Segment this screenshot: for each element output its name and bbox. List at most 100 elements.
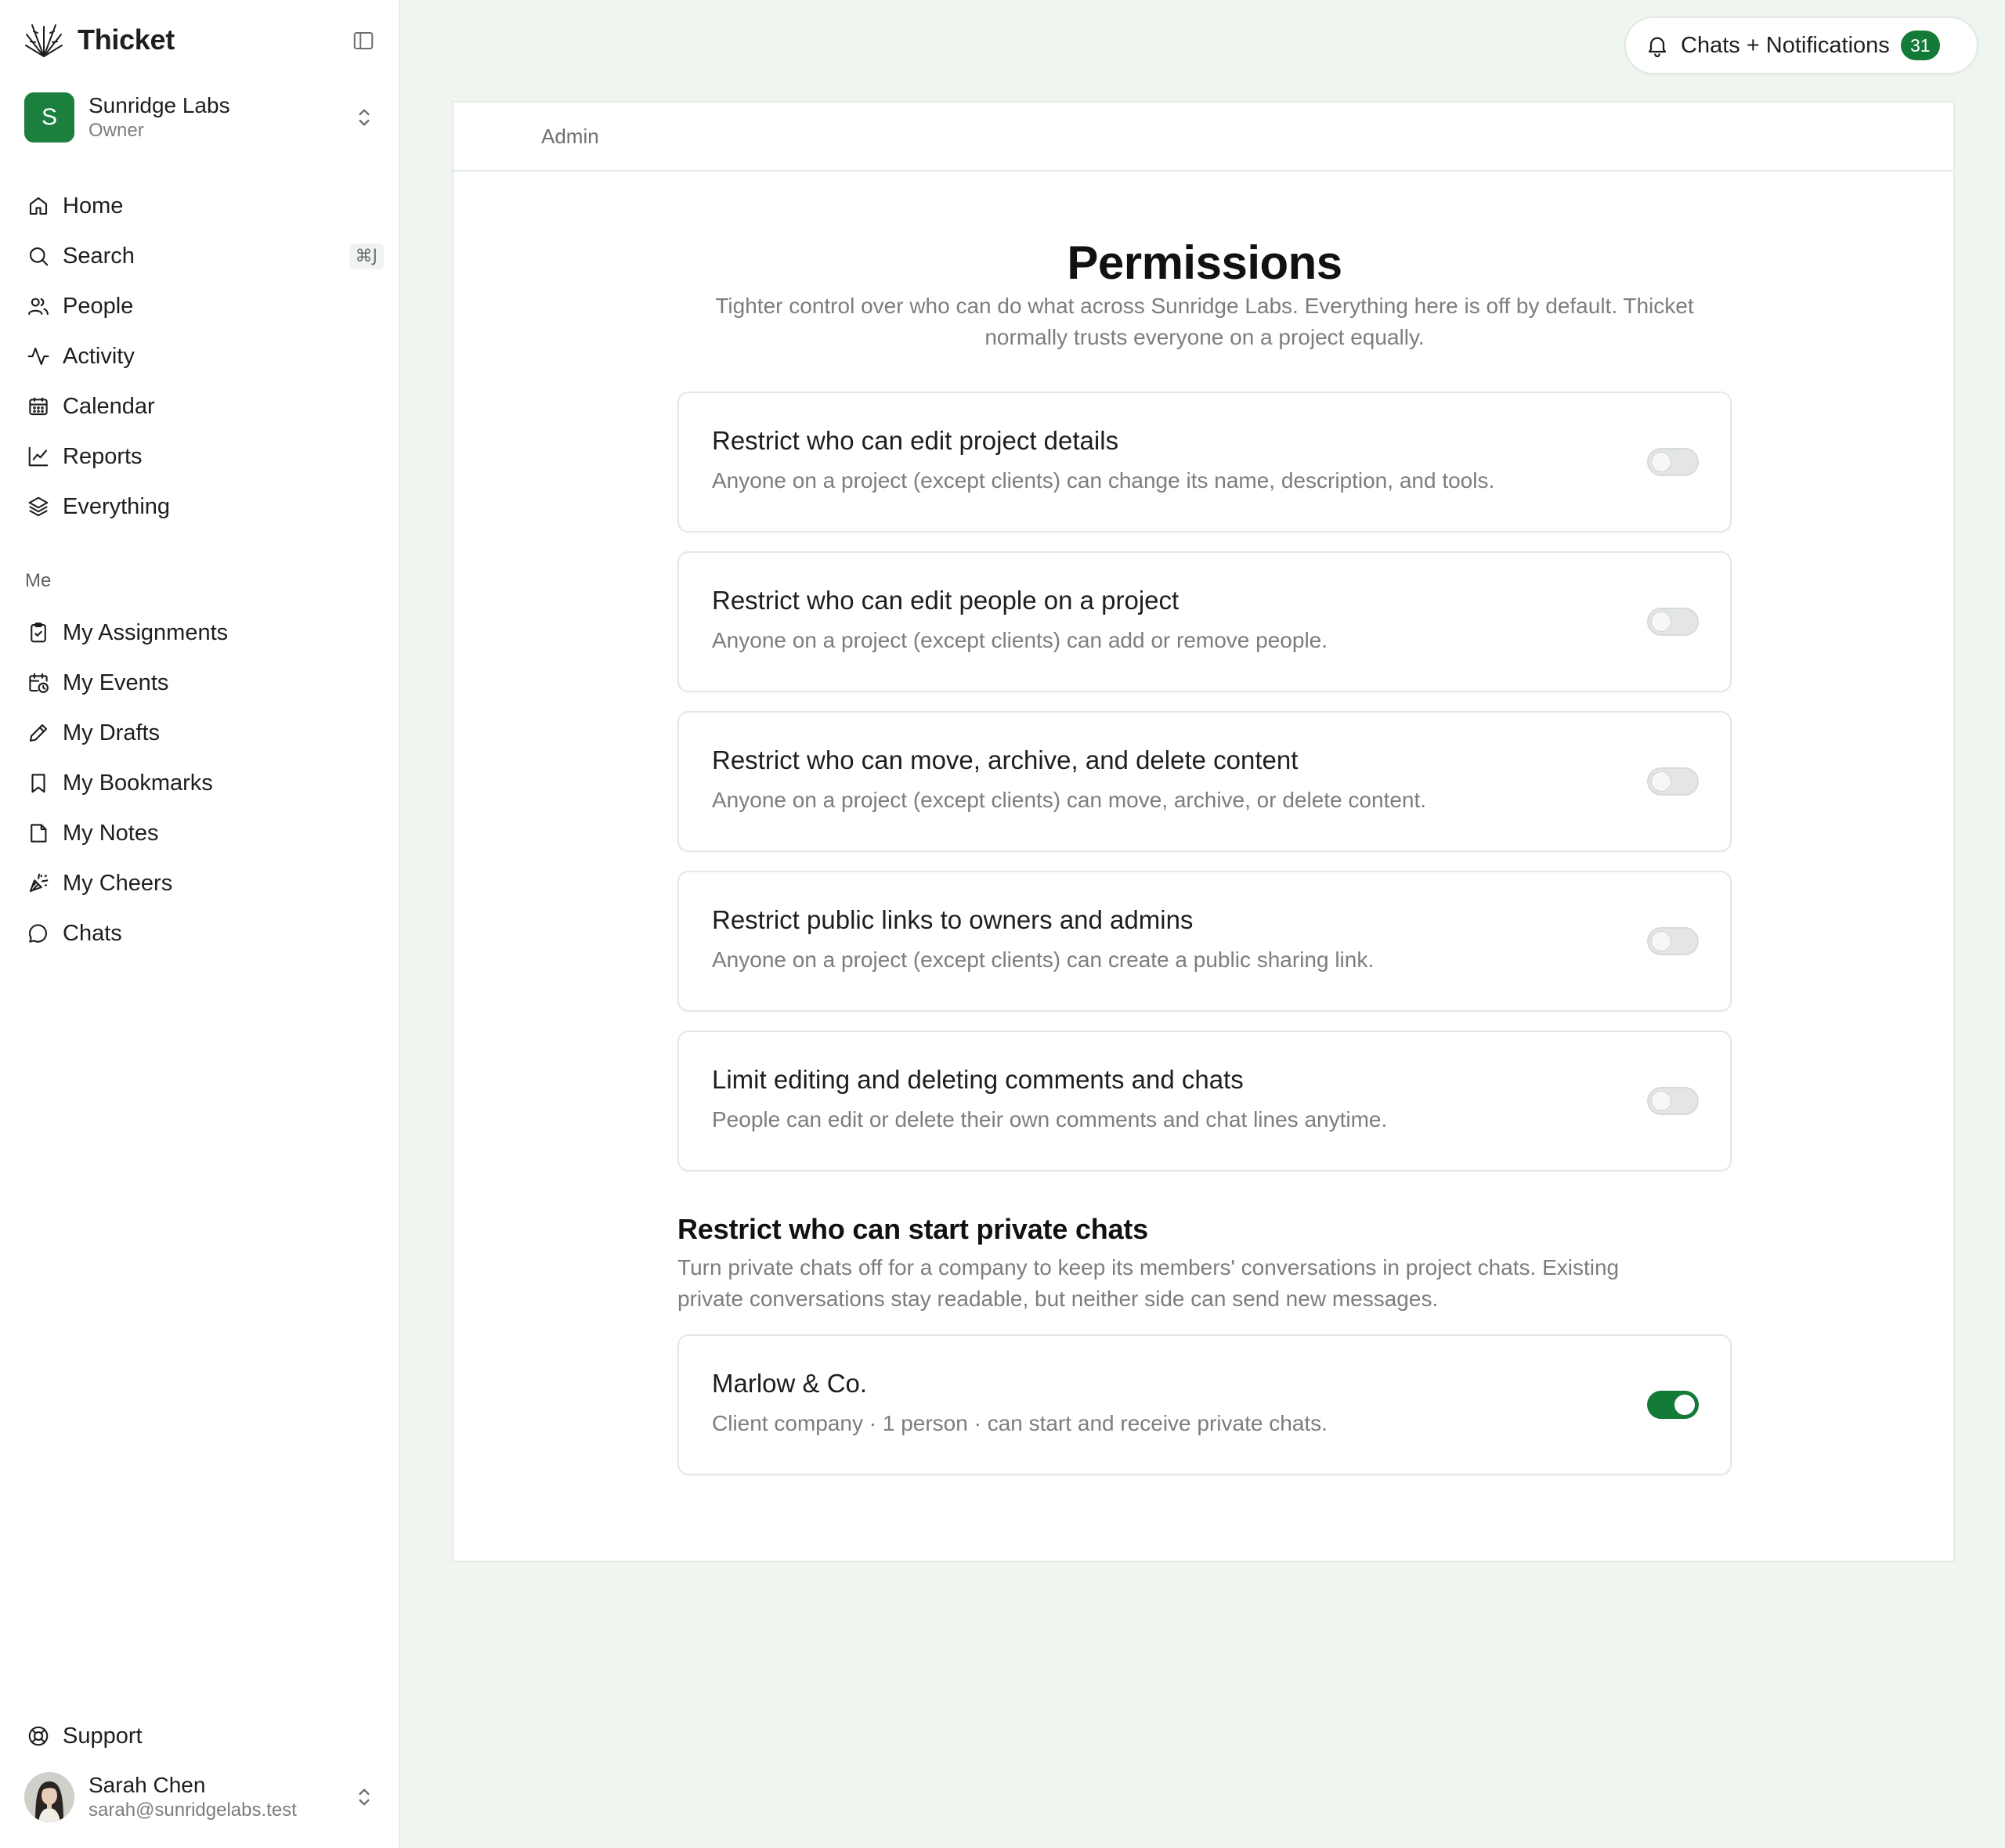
- toggle-knob: [1651, 612, 1671, 632]
- nav-item-my-cheers[interactable]: My Cheers: [16, 858, 384, 908]
- company-description: Client company · 1 person · can start an…: [712, 1411, 1328, 1435]
- permission-toggle[interactable]: [1647, 608, 1699, 636]
- permission-card-public-links: Restrict public links to owners and admi…: [677, 871, 1732, 1012]
- sidebar: Thicket S Sunridge Labs Owner Home Searc…: [0, 0, 400, 1848]
- workspace-name: Sunridge Labs: [89, 93, 230, 117]
- chat-bubble-icon: [25, 920, 52, 947]
- permission-card-move-archive-delete: Restrict who can move, archive, and dele…: [677, 711, 1732, 852]
- bell-icon: [1648, 37, 1667, 58]
- nav-item-label: Activity: [63, 343, 135, 369]
- nav-item-people[interactable]: People: [16, 281, 384, 331]
- chevron-up-down-icon: [359, 1788, 370, 1806]
- nav-item-label: Calendar: [63, 393, 155, 419]
- search-shortcut-badge: ⌘J: [349, 243, 384, 269]
- nav-item-search[interactable]: Search ⌘J: [16, 231, 384, 281]
- main-nav: Home Search ⌘J People Activity Calendar …: [16, 181, 384, 532]
- nav-item-label: Home: [63, 193, 124, 218]
- user-email: sarah@sunridgelabs.test: [89, 1799, 297, 1821]
- nav-item-activity[interactable]: Activity: [16, 331, 384, 381]
- permission-description: Anyone on a project (except clients) can…: [712, 468, 1495, 493]
- permission-card-edit-people: Restrict who can edit people on a projec…: [677, 551, 1732, 692]
- avatar: [24, 1772, 74, 1822]
- search-icon: [25, 243, 52, 269]
- company-card-marlow: Marlow & Co. Client company · 1 person ·…: [677, 1334, 1732, 1475]
- calendar-clock-icon: [25, 670, 52, 696]
- nav-item-my-notes[interactable]: My Notes: [16, 808, 384, 858]
- nav-item-label: My Notes: [63, 820, 159, 846]
- chats-notifications-label: Chats + Notifications: [1681, 32, 1890, 58]
- home-icon: [25, 193, 52, 219]
- main-panel: Admin Permissions Tighter control over w…: [452, 101, 1955, 1562]
- notification-count-badge: 31: [1900, 31, 1940, 60]
- page-subtitle-line: normally trusts everyone on a project eq…: [984, 325, 1425, 349]
- page-subtitle: Tighter control over who can do what acr…: [677, 291, 1732, 353]
- toggle-knob: [1651, 771, 1671, 792]
- nav-item-label: Reports: [63, 443, 143, 469]
- me-nav: My Assignments My Events My Drafts My Bo…: [16, 608, 384, 958]
- nav-item-label: My Cheers: [63, 870, 173, 896]
- toggle-knob: [1674, 1395, 1695, 1415]
- page-title: Permissions: [1067, 236, 1342, 289]
- nav-item-label: Search: [63, 243, 135, 269]
- page-subtitle-line: Tighter control over who can do what acr…: [715, 294, 1694, 318]
- nav-item-label: Support: [63, 1723, 143, 1749]
- chevron-up-down-icon: [359, 109, 370, 126]
- nav-item-home[interactable]: Home: [16, 181, 384, 231]
- workspace-switcher[interactable]: S Sunridge Labs Owner: [24, 92, 377, 143]
- nav-item-my-events[interactable]: My Events: [16, 658, 384, 708]
- permission-description: People can edit or delete their own comm…: [712, 1107, 1388, 1132]
- private-chats-heading: Restrict who can start private chats: [677, 1213, 1149, 1245]
- workspace-avatar: S: [24, 92, 74, 143]
- note-icon: [25, 820, 52, 846]
- private-chats-description-line: private conversations stay readable, but…: [677, 1287, 1439, 1311]
- company-name: Marlow & Co.: [712, 1369, 868, 1398]
- party-popper-icon: [25, 870, 52, 897]
- nav-item-label: My Bookmarks: [63, 770, 213, 796]
- lifebuoy-icon: [25, 1723, 52, 1749]
- me-section-label: Me: [25, 570, 52, 591]
- nav-item-everything[interactable]: Everything: [16, 482, 384, 532]
- layers-icon: [25, 493, 52, 520]
- toggle-knob: [1651, 931, 1671, 951]
- nav-item-label: My Events: [63, 670, 169, 695]
- permission-toggle[interactable]: [1647, 927, 1699, 955]
- nav-item-my-assignments[interactable]: My Assignments: [16, 608, 384, 658]
- permission-title: Restrict who can edit project details: [712, 426, 1119, 455]
- support-nav: Support: [16, 1711, 384, 1761]
- nav-item-label: Chats: [63, 920, 122, 946]
- permission-toggle[interactable]: [1647, 448, 1699, 476]
- breadcrumb-admin-link[interactable]: Admin: [541, 125, 599, 149]
- private-chats-toggle[interactable]: [1647, 1391, 1699, 1419]
- nav-item-calendar[interactable]: Calendar: [16, 381, 384, 431]
- brand[interactable]: Thicket: [24, 20, 175, 60]
- calendar-icon: [25, 393, 52, 420]
- nav-item-my-bookmarks[interactable]: My Bookmarks: [16, 758, 384, 808]
- nav-item-support[interactable]: Support: [16, 1711, 384, 1761]
- permission-description: Anyone on a project (except clients) can…: [712, 788, 1427, 812]
- toggle-knob: [1651, 452, 1671, 472]
- user-name: Sarah Chen: [89, 1773, 206, 1797]
- permission-toggle[interactable]: [1647, 767, 1699, 796]
- user-menu[interactable]: Sarah Chen sarah@sunridgelabs.test: [24, 1771, 377, 1823]
- workspace-role: Owner: [89, 120, 144, 141]
- breadcrumb: Admin: [453, 103, 1953, 171]
- pencil-icon: [25, 720, 52, 746]
- people-icon: [25, 293, 52, 319]
- sidebar-toggle-button[interactable]: [351, 28, 376, 53]
- nav-item-label: Everything: [63, 493, 171, 519]
- clipboard-check-icon: [25, 619, 52, 646]
- chart-icon: [25, 443, 52, 470]
- chats-notifications-button[interactable]: Chats + Notifications 31: [1624, 16, 1978, 74]
- bookmark-icon: [25, 770, 52, 796]
- thicket-logo-icon: [25, 24, 63, 57]
- permission-title: Restrict who can move, archive, and dele…: [712, 745, 1299, 774]
- permission-title: Restrict who can edit people on a projec…: [712, 586, 1180, 615]
- nav-item-reports[interactable]: Reports: [16, 431, 384, 482]
- nav-item-label: My Drafts: [63, 720, 161, 745]
- nav-item-chats[interactable]: Chats: [16, 908, 384, 958]
- app-name: Thicket: [78, 23, 175, 56]
- permission-toggle[interactable]: [1647, 1087, 1699, 1115]
- permission-card-comments-chats: Limit editing and deleting comments and …: [677, 1030, 1732, 1171]
- nav-item-my-drafts[interactable]: My Drafts: [16, 708, 384, 758]
- activity-icon: [25, 343, 52, 370]
